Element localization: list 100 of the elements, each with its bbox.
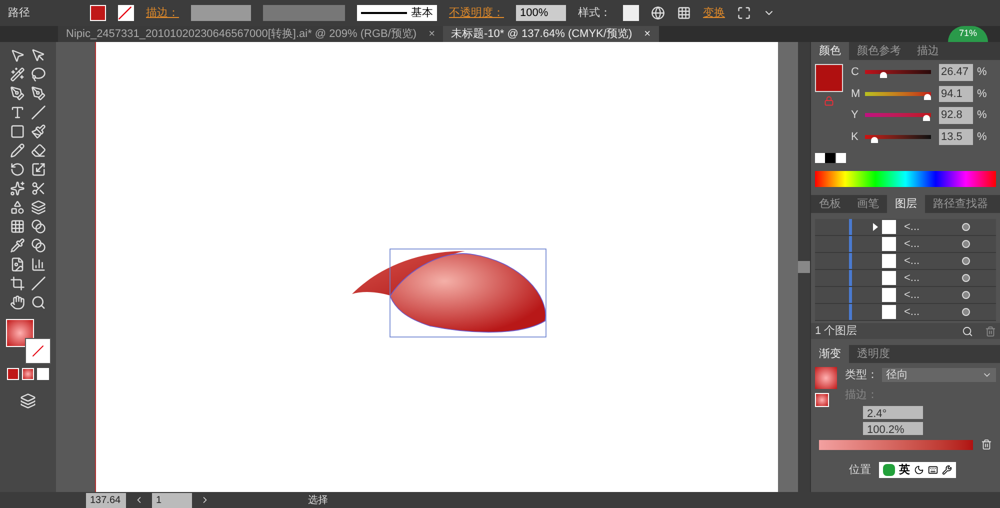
none-icon: [32, 345, 44, 357]
type-dropdown[interactable]: 径向: [882, 368, 996, 382]
mesh-icon[interactable]: [10, 219, 25, 234]
channel-value-field[interactable]: 26.47: [939, 64, 973, 80]
ime-language-toggle[interactable]: 英: [899, 462, 910, 478]
document-tab[interactable]: Nipic_2457331_20101020230646567000[转换].ai* @ 209% (RGB/预览) ×: [58, 26, 443, 42]
panel-tab[interactable]: 颜色参考: [849, 42, 909, 60]
color-mode-button[interactable]: [7, 368, 19, 380]
blend-icon[interactable]: [31, 238, 46, 253]
lock-icon: [824, 96, 834, 106]
channel-value-field[interactable]: 94.1: [939, 86, 973, 102]
settings-icon[interactable]: [942, 465, 952, 476]
trash-icon[interactable]: [981, 439, 992, 450]
channel-value-field[interactable]: 13.5: [939, 128, 973, 145]
wand-icon[interactable]: [10, 67, 25, 82]
layer-name: <...: [904, 236, 921, 252]
panel-tab[interactable]: 透明度: [849, 345, 898, 363]
panel-tab[interactable]: 渐变: [811, 345, 849, 363]
channel-label: K: [851, 130, 860, 144]
search-icon[interactable]: [962, 326, 973, 336]
layer-row[interactable]: <...: [815, 270, 996, 287]
eraser-icon[interactable]: [31, 143, 46, 158]
close-button[interactable]: ×: [644, 26, 651, 42]
close-button[interactable]: ×: [428, 26, 435, 42]
panel-tab[interactable]: 颜色: [811, 42, 849, 60]
layer-row[interactable]: <...: [815, 219, 996, 236]
pen-icon[interactable]: [10, 86, 25, 101]
artboard-field[interactable]: 1: [152, 492, 192, 508]
target-icon[interactable]: [962, 223, 970, 231]
rotate-icon[interactable]: [10, 162, 25, 177]
gradient-fill-swatch[interactable]: [815, 393, 829, 407]
swatch[interactable]: [825, 153, 835, 163]
scrollbar[interactable]: [798, 42, 810, 492]
none-swatch[interactable]: [815, 153, 825, 163]
variable-width-field[interactable]: [263, 5, 345, 21]
fill-swatch[interactable]: [90, 5, 106, 21]
layer-name: <...: [904, 288, 921, 303]
layer-row[interactable]: <...: [815, 253, 996, 270]
document-tab[interactable]: 未标题-10* @ 137.64% (CMYK/预览) ×: [443, 26, 659, 42]
color-spectrum[interactable]: [815, 171, 996, 187]
stroke-swatch[interactable]: [118, 5, 134, 21]
pencil-icon[interactable]: [10, 143, 25, 158]
target-icon[interactable]: [962, 274, 970, 282]
layer-thumbnail: [882, 254, 896, 268]
target-icon[interactable]: [962, 240, 970, 248]
target-icon[interactable]: [962, 291, 970, 299]
panel-tab[interactable]: 路径查找器: [925, 195, 996, 213]
moon-icon[interactable]: [914, 465, 924, 476]
slider-thumb[interactable]: [923, 115, 930, 122]
ime-logo-icon[interactable]: [883, 464, 895, 476]
lasso-icon[interactable]: [31, 67, 46, 82]
pointer-icon[interactable]: [31, 48, 46, 63]
layer-name: <...: [904, 220, 921, 235]
transform-link[interactable]: 变换: [703, 4, 725, 22]
shapes-icon[interactable]: [10, 200, 25, 215]
keyboard-icon[interactable]: [928, 465, 938, 476]
gradient-mode-button[interactable]: [22, 368, 34, 380]
pen-icon[interactable]: [31, 86, 46, 101]
zoom-icon[interactable]: [31, 295, 46, 310]
type-icon[interactable]: [10, 105, 25, 120]
aspect-field[interactable]: 100.2%: [863, 422, 923, 435]
slider-thumb[interactable]: [924, 94, 932, 100]
scissors-icon[interactable]: [31, 181, 46, 196]
gradient-swatch[interactable]: [815, 367, 837, 389]
opacity-field[interactable]: 100%: [516, 5, 566, 21]
stroke-weight-field[interactable]: [191, 5, 251, 21]
fill-color-swatch[interactable]: [6, 319, 34, 347]
slider-thumb[interactable]: [871, 136, 878, 143]
layers-icon[interactable]: [31, 200, 46, 215]
eyedropper-icon[interactable]: [10, 238, 25, 253]
slider-thumb[interactable]: [880, 72, 887, 78]
angle-field[interactable]: 2.4°: [863, 406, 923, 419]
current-color-swatch[interactable]: [815, 64, 843, 92]
stroke-color-swatch[interactable]: [26, 339, 50, 363]
arrow-icon[interactable]: [10, 48, 25, 63]
zoom-field[interactable]: 137.64: [86, 492, 126, 508]
layer-row[interactable]: <...: [815, 304, 996, 321]
trash-icon[interactable]: [985, 326, 996, 336]
panel-tab[interactable]: 色板: [811, 195, 849, 213]
panel-tab[interactable]: 描边: [909, 42, 947, 60]
target-icon[interactable]: [962, 308, 970, 316]
line-icon[interactable]: [31, 105, 46, 120]
bounding-box[interactable]: [390, 248, 546, 337]
stroke-style-field[interactable]: 基本: [357, 5, 437, 21]
brush-icon[interactable]: [31, 124, 46, 139]
scale-icon[interactable]: [31, 162, 46, 177]
screen-mode-icon[interactable]: [20, 393, 36, 409]
layer-row[interactable]: <...: [815, 287, 996, 304]
swatch[interactable]: [836, 153, 846, 163]
layer-name: <...: [904, 304, 921, 320]
panel-tab[interactable]: 图层: [887, 195, 925, 213]
style-swatch[interactable]: [623, 5, 639, 21]
channel-value-field[interactable]: 92.8: [939, 107, 973, 124]
rectangle-icon[interactable]: [10, 124, 25, 139]
chart-icon[interactable]: [31, 257, 46, 272]
target-icon[interactable]: [962, 257, 970, 265]
layer-row[interactable]: <...: [815, 236, 996, 253]
hand-icon[interactable]: [10, 295, 25, 310]
globe-icon[interactable]: [651, 6, 665, 20]
panel-tab[interactable]: 画笔: [849, 195, 887, 213]
